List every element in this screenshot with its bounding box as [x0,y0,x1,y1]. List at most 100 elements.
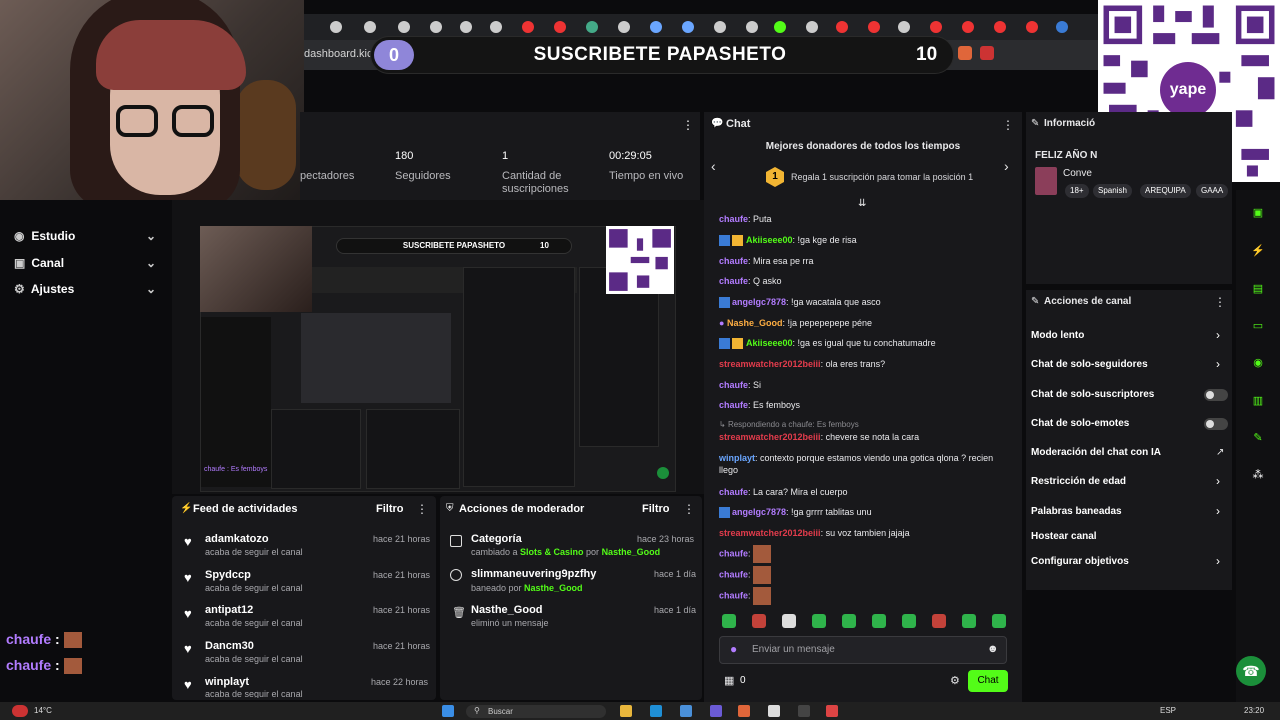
emote-icon[interactable] [812,614,826,628]
channel-menu-icon[interactable]: ⋮ [1214,295,1226,309]
nav-estudio[interactable]: ◉ Estudio ⌄ [14,229,156,249]
emote-icon[interactable] [992,614,1006,628]
emote-icon[interactable] [932,614,946,628]
lightning-icon[interactable]: ⚡ [1249,242,1267,260]
tag[interactable]: 18+ [1065,184,1089,198]
chat-icon[interactable]: ▭ [1249,317,1267,335]
nav-canal-label: Canal [31,256,65,270]
wrench-icon[interactable]: ✎ [1249,429,1267,447]
help-icon[interactable]: ☎ [1236,656,1266,686]
chat-send-button[interactable]: Chat [968,670,1008,692]
chrome-icon[interactable] [826,705,838,717]
chevron-right-icon[interactable]: › [1216,554,1220,568]
gift-icon[interactable]: ▦ [724,674,734,687]
nav-canal[interactable]: ▣ Canal ⌄ [14,256,156,276]
badge-icon [719,235,730,247]
chevron-left-icon[interactable]: ‹ [711,158,716,174]
notes-icon[interactable]: ▤ [1249,280,1267,298]
chevron-right-icon[interactable]: › [1216,504,1220,518]
trash-icon: 🗑 [452,607,466,619]
chevron-right-icon[interactable]: › [1216,328,1220,342]
mod-item-name[interactable]: Nasthe_Good [471,604,543,616]
action-configurar-objetivos[interactable]: Configurar objetivos [1031,556,1129,567]
pencil-icon[interactable]: ✎ [1031,118,1039,129]
edge-icon[interactable] [650,705,662,717]
chevron-right-icon[interactable]: › [1216,474,1220,488]
windows-start-icon[interactable] [442,705,454,717]
mod-filter-button[interactable]: Filtro [642,503,670,515]
pin-icon[interactable]: ⇊ [858,198,866,209]
store-icon[interactable] [680,705,692,717]
chevron-right-icon[interactable]: › [1004,158,1009,174]
address-text[interactable]: dashboard.kick [304,48,378,60]
obs-icon[interactable] [798,705,810,717]
stat-followers-label: Seguidores [395,170,451,182]
gear-icon[interactable]: ⚙ [950,674,960,687]
weather-icon[interactable] [12,705,28,717]
goal-title: SUSCRIBETE PAPASHETO [533,44,787,65]
preview-banner-count: 10 [540,241,549,250]
action-moderacion-ia[interactable]: Moderación del chat con IA [1031,447,1161,458]
emoji-icon[interactable]: ☻ [987,643,999,655]
category-name[interactable]: Conve [1063,168,1092,179]
feed-item-name[interactable]: Spydccp [205,569,251,581]
chat-input-placeholder[interactable]: Enviar un mensaje [752,644,835,655]
language-indicator[interactable]: ESP [1160,706,1176,715]
clock[interactable]: 23:20 [1244,706,1264,715]
action-restriccion-edad[interactable]: Restricción de edad [1031,476,1126,487]
emote-icon[interactable] [902,614,916,628]
chat-menu-icon[interactable]: ⋮ [1002,118,1014,132]
stats-menu-icon[interactable]: ⋮ [682,118,694,132]
stat-subs-label: Cantidad de suscripciones [502,170,569,195]
external-link-icon[interactable]: ↗ [1216,447,1224,458]
activity-menu-icon[interactable]: ⋮ [416,502,428,516]
chevron-right-icon[interactable]: › [1216,357,1220,371]
discord-icon[interactable] [710,705,722,717]
toggle-solo-emotes[interactable] [1204,418,1228,430]
mod-item-name[interactable]: slimmaneuvering9pzfhy [471,568,596,580]
taskbar-search[interactable] [466,705,606,718]
mic-icon[interactable]: ● [730,642,737,656]
action-hostear-canal[interactable]: Hostear canal [1031,531,1097,542]
layout-icon[interactable]: ▣ [1249,204,1267,222]
browser-icon[interactable]: ▥ [1249,392,1267,410]
emote-icon[interactable] [872,614,886,628]
app-icon[interactable] [768,705,780,717]
feed-item-name[interactable]: antipat12 [205,604,253,616]
emote-icon[interactable] [962,614,976,628]
emote-icon[interactable] [842,614,856,628]
apps-icon[interactable]: ⁂ [1249,466,1267,484]
weather-temp[interactable]: 14°C [34,706,52,715]
activity-filter-button[interactable]: Filtro [376,503,404,515]
folder-icon[interactable] [620,705,632,717]
brave-icon[interactable] [738,705,750,717]
mod-item-sub: cambiado a Slots & Casino por Nasthe_Goo… [471,547,661,557]
tag[interactable]: AREQUIPA [1140,184,1191,198]
nav-ajustes[interactable]: ⚙ Ajustes ⌄ [14,282,156,302]
action-solo-emotes[interactable]: Chat de solo-emotes [1031,418,1129,429]
taskbar-search-label: Buscar [488,707,513,716]
toggle-solo-suscriptores[interactable] [1204,389,1228,401]
emote-bar[interactable] [719,614,1009,630]
action-solo-suscriptores[interactable]: Chat de solo-suscriptores [1031,389,1154,400]
mod-menu-icon[interactable]: ⋮ [683,502,695,516]
extension-icon[interactable] [980,46,994,60]
feed-item-name[interactable]: Dancm30 [205,640,254,652]
action-modo-lento[interactable]: Modo lento [1031,330,1084,341]
preview-chat-line: chaufe : Es femboys [204,466,268,473]
action-palabras-baneadas[interactable]: Palabras baneadas [1031,506,1122,517]
tag[interactable]: GAAA [1196,184,1229,198]
chat-message: chaufe: Si [719,380,762,390]
action-solo-seguidores[interactable]: Chat de solo-seguidores [1031,359,1148,370]
broadcast-icon[interactable]: ◉ [1249,354,1267,372]
emote-icon[interactable] [752,614,766,628]
feed-item-name[interactable]: adamkatozo [205,533,269,545]
brave-icon[interactable] [958,46,972,60]
badge-icon [719,507,730,519]
chat-title: Chat [726,118,751,130]
feed-item-name[interactable]: winplayt [205,676,249,688]
taskbar [0,702,1280,720]
emote-icon[interactable] [722,614,736,628]
tag[interactable]: Spanish [1093,184,1132,198]
emote-icon[interactable] [782,614,796,628]
